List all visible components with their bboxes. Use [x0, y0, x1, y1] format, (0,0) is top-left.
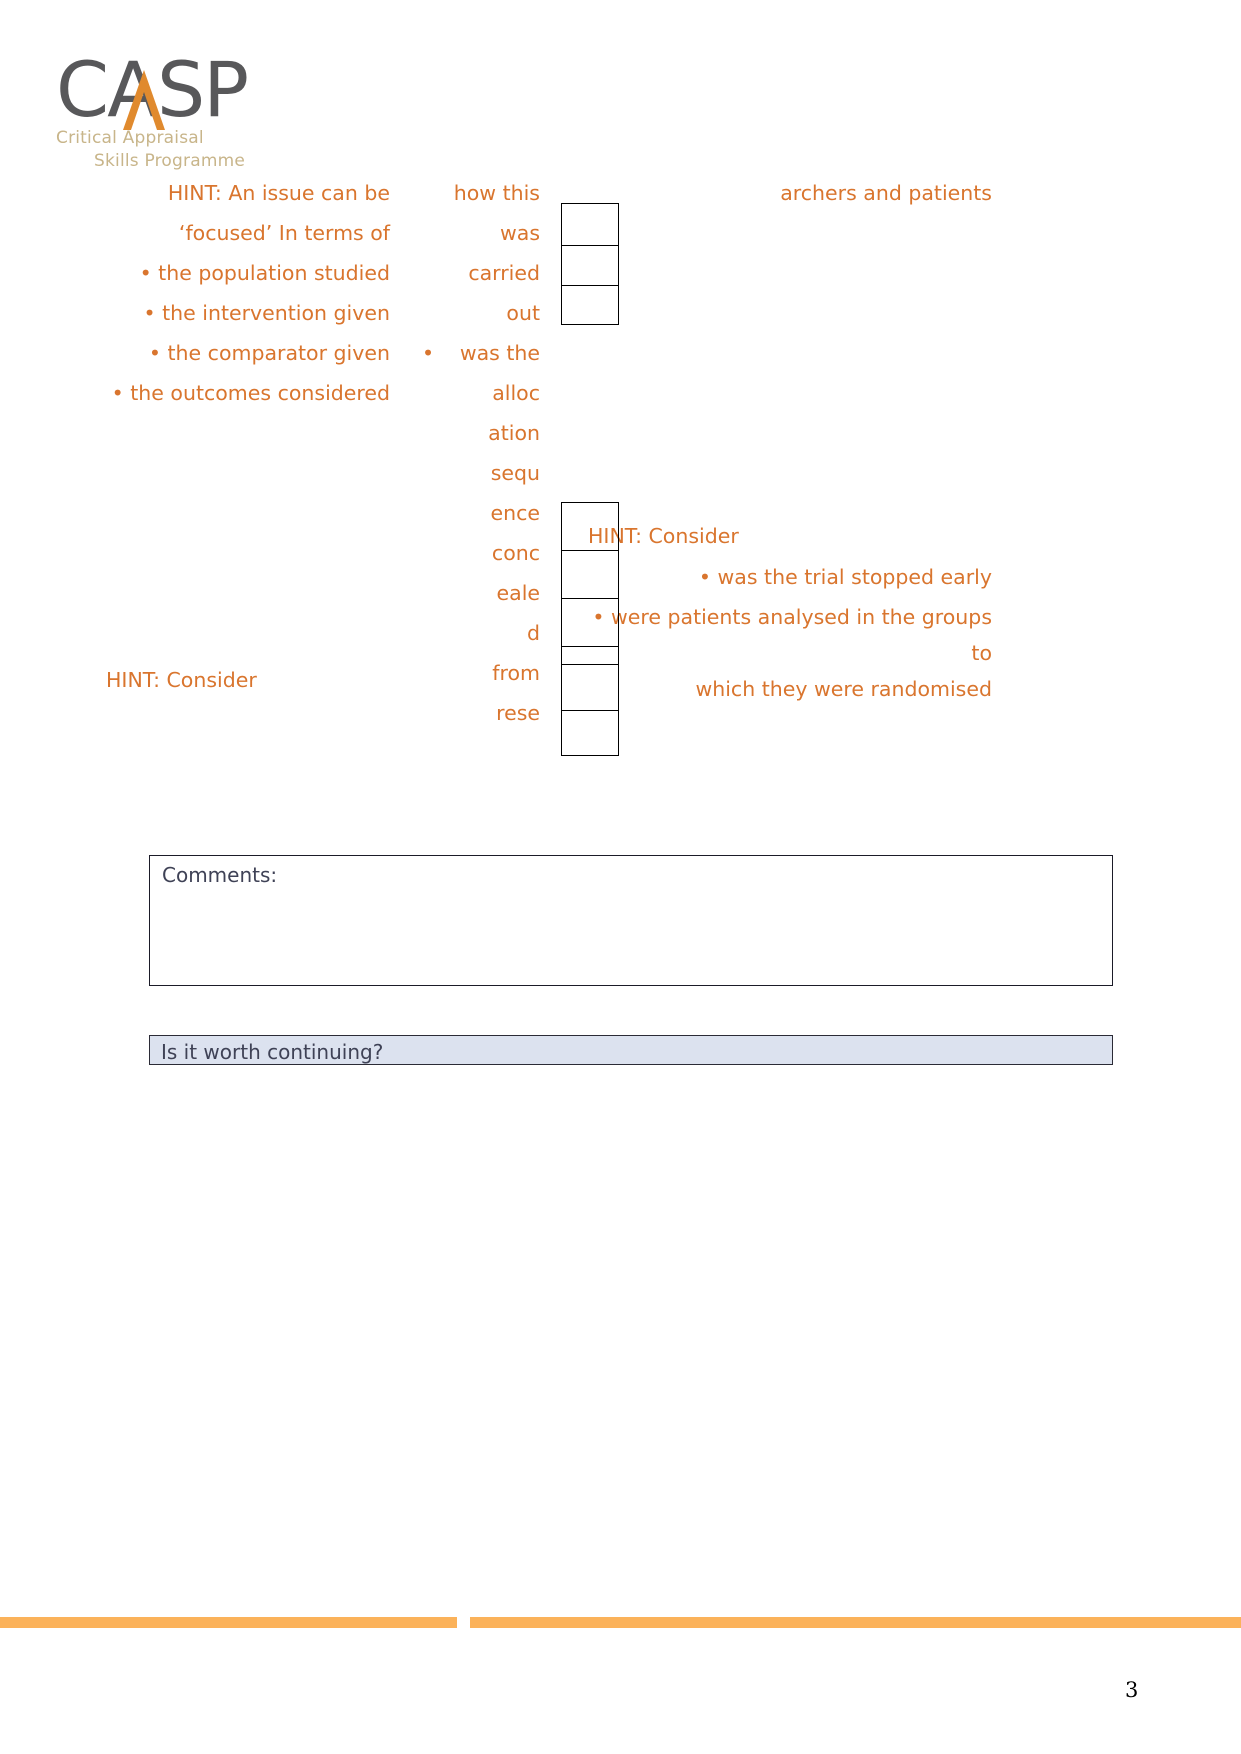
- left-hint-line-5: • the outcomes considered: [111, 381, 390, 405]
- middle-line-7: sequ: [490, 461, 540, 485]
- table-cell[interactable]: [561, 664, 619, 710]
- table-cell[interactable]: [561, 203, 619, 245]
- middle-line-0: how this: [453, 181, 540, 205]
- right-column-heading-fragment: archers and patients: [780, 181, 992, 205]
- middle-column-text-block: how this was carried out was the alloc a…: [415, 173, 540, 733]
- left-hint-line-3: • the intervention given: [143, 301, 390, 325]
- table-cell[interactable]: [561, 598, 619, 646]
- middle-column-bullet-icon: •: [422, 341, 435, 365]
- footer-rule-left: [0, 1617, 457, 1628]
- casp-logo: CASP Critical Appraisal Skills Programme: [56, 52, 296, 172]
- middle-line-12: from: [492, 661, 540, 685]
- middle-line-3: out: [506, 301, 540, 325]
- table-cell[interactable]: [561, 646, 619, 664]
- right-hint-line-0: • was the trial stopped early: [698, 565, 992, 589]
- right-hint-line-1: • were patients analysed in the groups: [592, 605, 992, 629]
- left-hint-consider-label: HINT: Consider: [106, 668, 257, 692]
- casp-arrow-icon: [123, 70, 165, 130]
- footer-rule-right: [470, 1617, 1241, 1628]
- middle-line-1: was: [499, 221, 540, 245]
- empty-cell-stack-lower: [561, 502, 619, 756]
- table-cell[interactable]: [561, 245, 619, 285]
- middle-line-5: alloc: [492, 381, 540, 405]
- table-cell[interactable]: [561, 285, 619, 325]
- comments-label: Comments:: [162, 863, 278, 887]
- table-cell[interactable]: [561, 710, 619, 756]
- page-number: 3: [1125, 1678, 1139, 1702]
- left-column-hint-block: HINT: An issue can be ‘focused’ In terms…: [60, 173, 390, 413]
- casp-subtitle-line1: Critical Appraisal: [56, 128, 204, 148]
- worth-continuing-label: Is it worth continuing?: [161, 1040, 384, 1064]
- left-hint-line-2: • the population studied: [139, 261, 390, 285]
- right-hint-line-2: to: [971, 641, 992, 665]
- worth-continuing-bar[interactable]: Is it worth continuing?: [149, 1035, 1113, 1065]
- middle-line-9: conc: [491, 541, 540, 565]
- middle-line-8: ence: [490, 501, 541, 525]
- left-hint-line-0: HINT: An issue can be: [167, 181, 390, 205]
- table-cell[interactable]: [561, 502, 619, 550]
- casp-subtitle-line2: Skills Programme: [94, 151, 246, 171]
- middle-line-11: d: [526, 621, 540, 645]
- middle-line-13: rese: [496, 701, 540, 725]
- comments-box[interactable]: Comments:: [149, 855, 1113, 986]
- middle-line-6: ation: [488, 421, 540, 445]
- left-hint-line-1: ‘focused’ In terms of: [178, 221, 390, 245]
- table-cell[interactable]: [561, 550, 619, 598]
- middle-line-2: carried: [468, 261, 540, 285]
- left-hint-line-4: • the comparator given: [148, 341, 390, 365]
- right-hint-line-3: which they were randomised: [695, 677, 992, 701]
- middle-line-10: eale: [496, 581, 540, 605]
- empty-cell-stack-upper: [561, 203, 619, 325]
